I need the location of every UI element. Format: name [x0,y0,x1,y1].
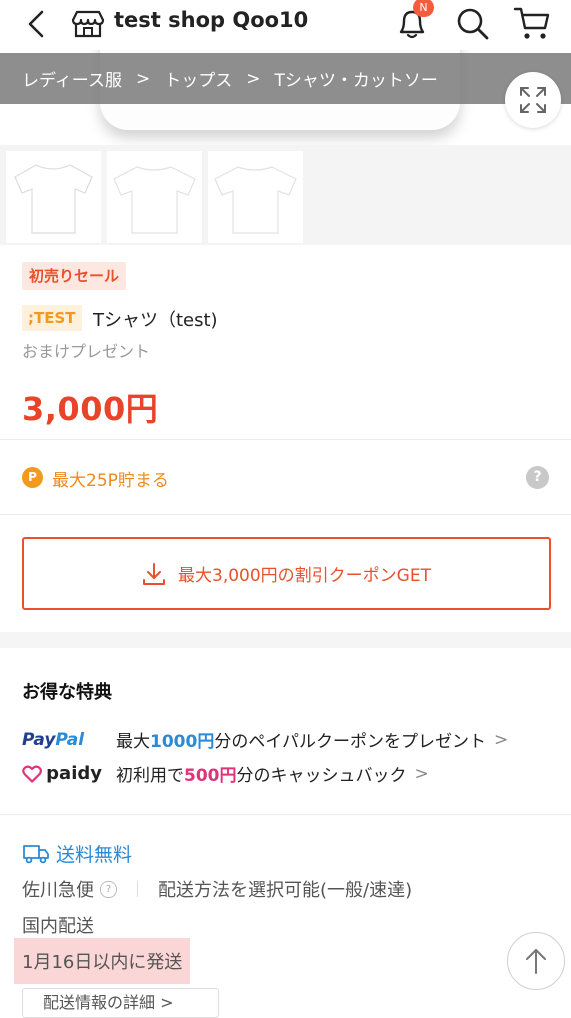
expand-image-button[interactable] [505,72,561,128]
breadcrumb-separator: > [246,68,261,89]
paidy-suffix: 分のキャッシュバック [236,766,407,786]
expand-icon [520,87,546,113]
breadcrumb-item[interactable]: レディース服 [22,66,122,91]
paypal-amount: 1000円 [150,732,215,752]
shop-icon[interactable] [70,9,106,39]
chevron-right-icon: > [414,763,429,784]
product-name: Tシャツ（test) [93,310,218,331]
thumbnail-2[interactable] [107,151,202,243]
sale-tag: 初売りセール [22,262,127,290]
paypal-logo: PayPal [22,729,85,750]
download-icon [143,562,166,585]
ship-date-banner: 1月16日以内に発送 [14,938,191,984]
paidy-benefit-row[interactable]: paidy 初利用で 500円 分のキャッシュバック > [22,761,429,786]
search-icon[interactable] [454,5,490,41]
paidy-amount: 500円 [184,766,237,786]
breadcrumb: レディース服 > トップス > Tシャツ・カットソー [0,53,571,104]
divider [0,814,571,815]
shipping-method-note: 配送方法を選択可能(一般/速達) [158,880,413,901]
free-shipping: 送料無料 [22,840,132,867]
breadcrumb-separator: > [135,68,151,89]
scroll-to-top-button[interactable] [507,932,565,990]
free-shipping-label: 送料無料 [56,844,133,866]
breadcrumb-item[interactable]: Tシャツ・カットソー [274,66,437,91]
notification-badge: N [413,0,434,17]
coupon-button[interactable]: 最大3,000円の割引クーポンGET [22,537,551,610]
paidy-logo: paidy [22,763,102,785]
carrier-name: 佐川急便 [22,880,94,901]
benefits-title: お得な特典 [22,682,112,703]
thumbnail-strip [0,145,571,245]
thumbnail-1[interactable] [6,151,101,243]
gift-note: おまけプレゼント [22,342,151,361]
paidy-prefix: 初利用で [116,766,184,786]
brand-tag[interactable]: ;TEST [22,305,82,331]
chevron-right-icon: > [494,729,509,750]
thumbnail-3[interactable] [208,151,303,243]
carrier-help-icon[interactable]: ? [100,880,117,898]
paidy-heart-icon [22,765,42,783]
top-bar: test shop Qoo10 N [0,0,571,50]
help-icon[interactable]: ? [526,466,549,489]
domestic-shipping: 国内配送 [22,916,94,937]
divider [0,439,571,440]
back-icon[interactable] [22,9,52,39]
section-gap [0,632,571,648]
divider [0,514,571,515]
shipping-details-button[interactable]: 配送情報の詳細 > [22,988,219,1018]
ship-date: 1月16日以内に発送 [22,952,183,973]
points-icon: P [22,467,43,488]
carrier-row: 佐川急便 ? 配送方法を選択可能(一般/速達) [22,876,412,902]
paypal-suffix: 分のペイパルクーポンをプレゼント [214,732,486,752]
cart-icon[interactable] [512,4,552,42]
breadcrumb-item[interactable]: トップス [164,66,232,91]
shop-name[interactable]: test shop Qoo10 [114,8,308,32]
divider [137,881,138,897]
points-text: 最大25P貯まる [52,471,169,491]
paypal-benefit-row[interactable]: PayPal 最大 1000円 分のペイパルクーポンをプレゼント > [22,727,509,753]
truck-icon [23,844,49,863]
arrow-up-icon [526,949,546,974]
product-price: 3,000円 [22,390,159,428]
coupon-label: 最大3,000円の割引クーポンGET [178,566,431,586]
paypal-prefix: 最大 [116,732,150,752]
